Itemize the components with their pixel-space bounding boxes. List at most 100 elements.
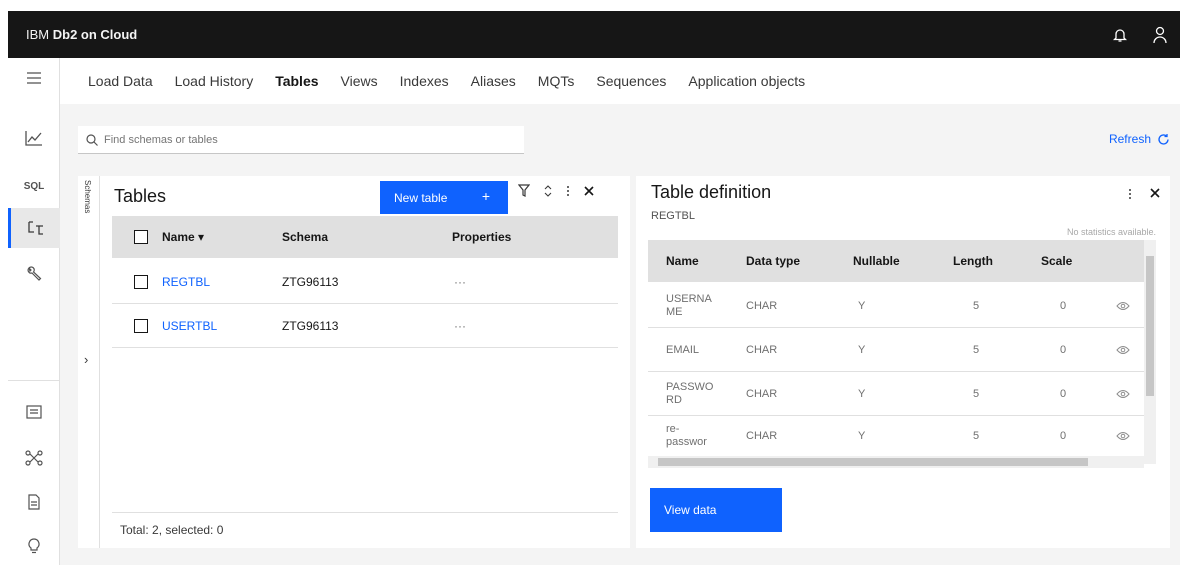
definition-row: PASSWO RD CHAR Y 5 0 — [648, 372, 1144, 416]
column-name: EMAIL — [666, 343, 700, 356]
vertical-scrollbar[interactable] — [1144, 240, 1156, 464]
view-eye-icon[interactable] — [1116, 345, 1130, 355]
user-icon[interactable] — [1140, 11, 1180, 58]
column-nullable: Y — [858, 299, 866, 312]
tab-tables[interactable]: Tables — [275, 73, 318, 89]
properties-menu-icon[interactable]: ··· — [454, 275, 466, 289]
column-scale: 0 — [1060, 343, 1067, 356]
table-schema: ZTG96113 — [282, 274, 339, 289]
vertical-scroll-thumb[interactable] — [1146, 256, 1154, 396]
tab-load-data[interactable]: Load Data — [88, 73, 153, 89]
column-scale: 0 — [1060, 299, 1067, 312]
column-data-type: CHAR — [746, 430, 778, 442]
object-tabs: Load Data Load History Tables Views Inde… — [88, 58, 827, 104]
column-header-name[interactable]: Name ▾ — [162, 230, 204, 244]
view-eye-icon[interactable] — [1116, 389, 1130, 399]
table-name-link[interactable]: REGTBL — [162, 275, 210, 289]
column-data-type: CHAR — [746, 343, 778, 356]
column-header-nullable: Nullable — [853, 254, 900, 268]
tab-views[interactable]: Views — [341, 73, 378, 89]
table-row[interactable]: REGTBL ZTG96113 ··· — [112, 260, 618, 304]
column-data-type: CHAR — [746, 387, 778, 400]
view-data-button[interactable]: View data — [650, 488, 782, 532]
column-length: 5 — [973, 299, 980, 312]
network-icon[interactable] — [8, 438, 60, 478]
tab-load-history[interactable]: Load History — [175, 73, 254, 89]
definition-row: USERNA ME CHAR Y 5 0 — [648, 284, 1144, 328]
row-checkbox[interactable] — [134, 274, 148, 289]
view-eye-icon[interactable] — [1116, 431, 1130, 441]
select-all-checkbox[interactable] — [134, 230, 148, 244]
tab-sequences[interactable]: Sequences — [596, 73, 666, 89]
table-name-link[interactable]: USERTBL — [162, 319, 217, 333]
column-header-scale: Scale — [1041, 254, 1073, 268]
search-input[interactable] — [104, 133, 504, 146]
search-box — [78, 126, 524, 154]
left-rail: SQL — [8, 58, 60, 565]
no-statistics-note: No statistics available. — [1066, 227, 1156, 237]
document-icon[interactable] — [8, 482, 60, 522]
column-name: PASSWO RD — [666, 380, 714, 406]
tab-aliases[interactable]: Aliases — [471, 73, 516, 89]
tables-panel: Tables New table + Name ▾ Schema Propert… — [100, 176, 630, 548]
refresh-button[interactable]: Refresh — [1109, 132, 1170, 146]
column-header-data-type: Data type — [746, 254, 801, 268]
schemas-panel-collapsed[interactable] — [78, 176, 100, 548]
column-header-schema: Schema — [282, 230, 329, 244]
column-length: 5 — [973, 387, 980, 400]
add-icon: + — [481, 188, 490, 204]
brand-name: Db2 on Cloud — [52, 27, 138, 42]
row-checkbox[interactable] — [134, 318, 148, 333]
close-icon[interactable] — [1150, 188, 1160, 198]
refresh-label: Refresh — [1108, 132, 1151, 146]
column-scale: 0 — [1060, 387, 1067, 400]
close-icon[interactable] — [584, 185, 594, 196]
horizontal-scrollbar[interactable] — [648, 456, 1144, 468]
help-lightbulb-icon[interactable] — [8, 526, 60, 565]
refresh-icon — [1158, 133, 1169, 145]
overflow-menu-icon[interactable] — [566, 185, 570, 197]
notification-icon[interactable] — [1100, 11, 1140, 58]
monitor-chart-icon[interactable] — [8, 118, 60, 158]
table-schema: ZTG96113 — [282, 318, 339, 333]
table-definition-panel: Table definition REGTBL No statistics av… — [636, 176, 1170, 548]
new-table-button[interactable]: New table + — [380, 181, 508, 214]
admin-wrench-icon[interactable] — [8, 254, 60, 294]
column-nullable: Y — [858, 387, 866, 400]
tab-indexes[interactable]: Indexes — [400, 73, 449, 89]
overflow-menu-icon[interactable] — [1128, 188, 1132, 200]
rail-divider — [8, 380, 60, 381]
expand-schemas-chevron-icon[interactable]: › — [84, 352, 88, 367]
filter-icon[interactable] — [518, 184, 530, 197]
schemas-label: Schemas — [83, 180, 92, 214]
definition-row: EMAIL CHAR Y 5 0 — [648, 328, 1144, 372]
search-icon — [86, 133, 98, 146]
view-eye-icon[interactable] — [1116, 301, 1130, 311]
tables-header-row: Name ▾ Schema Properties — [112, 216, 618, 258]
column-header-properties: Properties — [452, 230, 512, 244]
properties-menu-icon[interactable]: ··· — [454, 319, 466, 333]
column-data-type: CHAR — [746, 299, 778, 312]
sql-editor-icon[interactable]: SQL — [8, 166, 60, 206]
column-scale: 0 — [1060, 430, 1067, 442]
definition-header-row: Name Data type Nullable Length Scale — [648, 240, 1144, 282]
tab-application-objects[interactable]: Application objects — [688, 73, 805, 89]
horizontal-scroll-thumb[interactable] — [658, 458, 1088, 466]
column-length: 5 — [973, 430, 980, 442]
column-nullable: Y — [858, 343, 866, 356]
menu-icon[interactable] — [8, 58, 60, 98]
app-brand[interactable]: IBM Db2 on Cloud — [26, 27, 137, 42]
column-name: USERNA ME — [666, 292, 712, 318]
sort-icon[interactable] — [544, 184, 552, 197]
top-bar: IBM Db2 on Cloud — [8, 11, 1180, 58]
column-nullable: Y — [858, 430, 866, 442]
table-row[interactable]: USERTBL ZTG96113 ··· — [112, 304, 618, 348]
tab-mqts[interactable]: MQTs — [538, 73, 575, 89]
new-table-label: New table — [394, 190, 448, 205]
definition-row: re- passwor CHAR Y 5 0 — [648, 416, 1144, 456]
data-explorer-icon[interactable] — [8, 208, 60, 248]
tables-panel-title: Tables — [114, 186, 167, 206]
connection-info-icon[interactable] — [8, 392, 60, 432]
tables-footer-summary: Total: 2, selected: 0 — [112, 512, 618, 546]
definition-title: Table definition — [651, 182, 772, 202]
